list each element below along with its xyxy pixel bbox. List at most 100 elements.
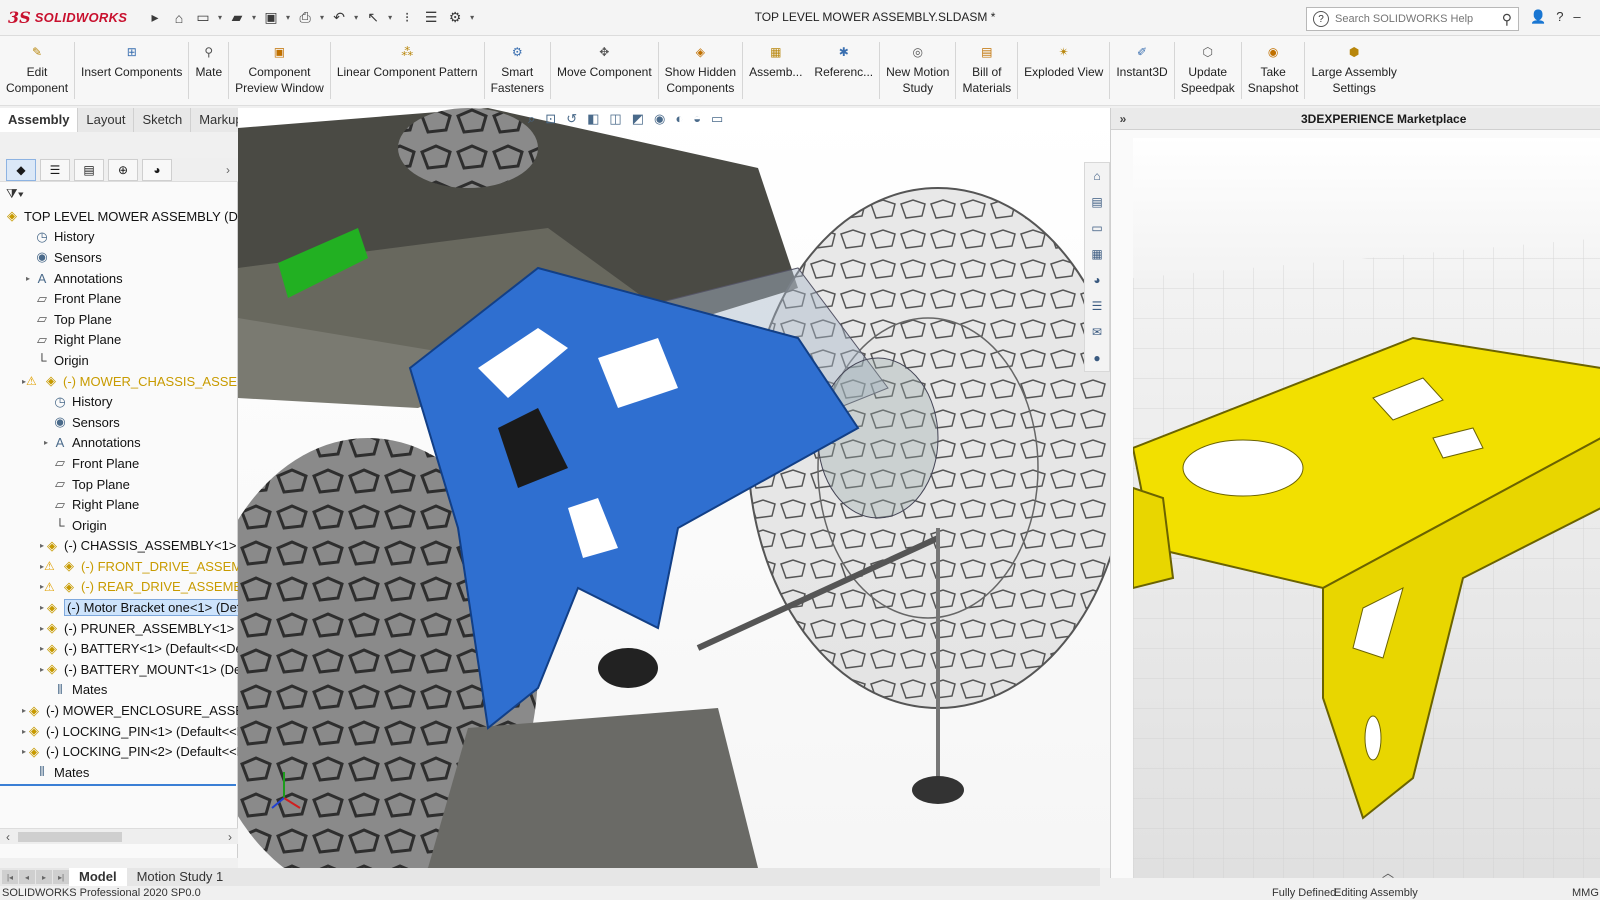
tree-node[interactable]: ▱ Front Plane xyxy=(0,288,238,309)
prev-tab-icon[interactable]: ◂ xyxy=(19,870,35,884)
next-tab-icon[interactable]: ▸ xyxy=(36,870,52,884)
tree-node[interactable]: ▸◈(-) LOCKING_PIN<1> (Default<<Default>) xyxy=(0,721,238,742)
expand-arrow-icon[interactable]: ▸ xyxy=(22,274,34,283)
select-pointer-icon[interactable]: ↖ xyxy=(364,9,382,27)
tree-node[interactable]: ◉ Sensors xyxy=(0,412,238,433)
home-icon[interactable]: ⌂ xyxy=(1088,167,1106,185)
tree-node[interactable]: └ Origin xyxy=(0,350,238,371)
view-orientation-icon[interactable]: ◫ xyxy=(609,111,621,127)
linear-pattern-button[interactable]: ⁂ Linear Component Pattern xyxy=(331,36,484,105)
tree-node[interactable]: ◷ History xyxy=(0,227,238,248)
mate-button[interactable]: ⚲ Mate xyxy=(189,36,228,105)
help-menu-icon[interactable]: ? xyxy=(1556,9,1563,25)
home-icon[interactable]: ⌂ xyxy=(170,9,188,27)
speedpak-button[interactable]: ⬡ Update Speedpak xyxy=(1175,36,1241,105)
edit-component-button[interactable]: ✎ Edit Component xyxy=(0,36,74,105)
show-hidden-button[interactable]: ◈ Show Hidden Components xyxy=(659,36,742,105)
display-manager-tab-icon[interactable]: ◕ xyxy=(142,158,172,181)
horizontal-scrollbar[interactable]: ‹ › xyxy=(0,828,238,844)
feature-tree-tab-icon[interactable]: ◆ xyxy=(6,158,36,181)
chevron-down-icon[interactable]: ▾ xyxy=(388,13,392,22)
tree-node[interactable]: ◷ History xyxy=(0,391,238,412)
tree-node[interactable]: ▸◈(-) BATTERY<1> (Default<<Default>) xyxy=(0,638,238,659)
tree-node[interactable]: ▱ Right Plane xyxy=(0,330,238,351)
view-palette-icon[interactable]: ▦ xyxy=(1088,245,1106,263)
part-preview[interactable] xyxy=(1133,138,1600,878)
tree-node[interactable]: ▱ Top Plane xyxy=(0,474,238,495)
insert-components-button[interactable]: ⊞ Insert Components xyxy=(75,36,188,105)
search-icon[interactable]: ⚲ xyxy=(1502,11,1512,28)
scroll-left-icon[interactable]: ‹ xyxy=(6,830,10,844)
tree-node[interactable]: ▸◈(-) LOCKING_PIN<2> (Default<<Default>) xyxy=(0,741,238,762)
tree-node[interactable]: ▸⚠◈(-) REAR_DRIVE_ASSEMBLY<1> xyxy=(0,577,238,598)
configuration-manager-tab-icon[interactable]: ▤ xyxy=(74,158,104,181)
chevron-right-icon[interactable]: › xyxy=(226,163,230,177)
chevron-down-icon[interactable]: ▾ xyxy=(218,13,222,22)
zoom-to-fit-icon[interactable]: ⌕ xyxy=(528,111,535,127)
tree-node[interactable]: ⫴ Mates xyxy=(0,762,238,783)
tree-node[interactable]: ◉ Sensors xyxy=(0,247,238,268)
tree-node[interactable]: ▸⚠◈(-) FRONT_DRIVE_ASSEMBLY<1> xyxy=(0,556,238,577)
chevron-down-icon[interactable]: ▾ xyxy=(286,13,290,22)
collapse-panel-icon[interactable]: » xyxy=(1111,112,1135,126)
expand-menu-icon[interactable]: ▸ xyxy=(146,9,164,27)
assembly-features-button[interactable]: ▦ Assemb... xyxy=(743,36,808,105)
section-view-icon[interactable]: ◧ xyxy=(587,111,599,127)
graphics-area[interactable]: ⌕ ⊡ ↺ ◧ ◫ ◩ ◉ ◐ ◒ ▭ xyxy=(238,108,1110,868)
help-search-box[interactable]: ? ⚲ xyxy=(1306,7,1519,31)
dimxpert-tab-icon[interactable]: ⊕ xyxy=(108,158,138,181)
bom-button[interactable]: ▤ Bill of Materials xyxy=(956,36,1017,105)
edit-appearance-icon[interactable]: ◐ xyxy=(675,111,683,127)
file-properties-icon[interactable]: ☰ xyxy=(422,9,440,27)
custom-properties-icon[interactable]: ☰ xyxy=(1088,297,1106,315)
apply-scene-icon[interactable]: ◒ xyxy=(693,111,701,127)
exploded-view-button[interactable]: ✴ Exploded View xyxy=(1018,36,1109,105)
user-icon[interactable]: 👤 xyxy=(1530,9,1546,25)
preview-window-button[interactable]: ▣ Component Preview Window xyxy=(229,36,330,105)
tab-motion-study[interactable]: Motion Study 1 xyxy=(127,868,234,886)
tree-node[interactable]: ▸◈(-) PRUNER_ASSEMBLY<1> (Default) xyxy=(0,618,238,639)
large-assembly-button[interactable]: ⬢ Large Assembly Settings xyxy=(1305,36,1402,105)
tab-model[interactable]: Model xyxy=(69,868,127,886)
tab-sketch[interactable]: Sketch xyxy=(134,108,192,132)
traffic-light-icon[interactable]: ⁝ xyxy=(398,9,416,27)
expand-arrow-icon[interactable]: ▸ xyxy=(40,438,52,447)
tree-node[interactable]: └ Origin xyxy=(0,515,238,536)
smart-fasteners-button[interactable]: ⚙ Smart Fasteners xyxy=(485,36,550,105)
tree-node[interactable]: ▸ A Annotations xyxy=(0,268,238,289)
chevron-down-icon[interactable]: ▾ xyxy=(470,13,474,22)
view-settings-icon[interactable]: ▭ xyxy=(711,111,723,127)
open-folder-icon[interactable]: ▰ xyxy=(228,9,246,27)
marketplace-icon[interactable]: ● xyxy=(1088,349,1106,367)
scroll-thumb[interactable] xyxy=(18,832,122,842)
tab-assembly[interactable]: Assembly xyxy=(0,108,79,132)
tree-node[interactable]: ▱ Right Plane xyxy=(0,494,238,515)
file-explorer-icon[interactable]: ▭ xyxy=(1088,219,1106,237)
assembly-3d-view[interactable] xyxy=(238,108,1110,868)
tree-node[interactable]: ▸ A Annotations xyxy=(0,433,238,454)
tree-node[interactable]: ⫴ Mates xyxy=(0,680,238,701)
chevron-up-icon[interactable]: ︿ xyxy=(1382,864,1394,881)
print-icon[interactable]: ⎙ xyxy=(296,9,314,27)
motion-study-button[interactable]: ◎ New Motion Study xyxy=(880,36,955,105)
options-gear-icon[interactable]: ⚙ xyxy=(446,9,464,27)
last-tab-icon[interactable]: ▸| xyxy=(53,870,69,884)
chevron-down-icon[interactable]: ▾ xyxy=(252,13,256,22)
tree-node[interactable]: ▸◈(-) CHASSIS_ASSEMBLY<1> (Default) xyxy=(0,536,238,557)
design-library-icon[interactable]: ▤ xyxy=(1088,193,1106,211)
first-tab-icon[interactable]: |◂ xyxy=(2,870,18,884)
tree-node[interactable]: ▸⚠◈(-) MOWER_CHASSIS_ASSEMBLY<1> xyxy=(0,371,238,392)
rollback-bar[interactable] xyxy=(0,784,236,786)
zoom-area-icon[interactable]: ⊡ xyxy=(545,111,556,127)
solidworks-logo[interactable]: 3S SOLIDWORKS xyxy=(8,5,140,31)
units-status[interactable]: MMG xyxy=(1572,887,1599,899)
tree-node[interactable]: ▸◈(-) Motor Bracket one<1> (Default) xyxy=(0,597,238,618)
undo-icon[interactable]: ↶ xyxy=(330,9,348,27)
move-component-button[interactable]: ✥ Move Component xyxy=(551,36,658,105)
help-search-input[interactable] xyxy=(1335,13,1496,25)
new-document-icon[interactable]: ▭ xyxy=(194,9,212,27)
tree-node[interactable]: ▸◈(-) BATTERY_MOUNT<1> (Default) xyxy=(0,659,238,680)
instant3d-button[interactable]: ✐ Instant3D xyxy=(1110,36,1173,105)
chevron-down-icon[interactable]: ▾ xyxy=(320,13,324,22)
tree-node[interactable]: ◈ TOP LEVEL MOWER ASSEMBLY (Default<Displ… xyxy=(0,206,238,227)
